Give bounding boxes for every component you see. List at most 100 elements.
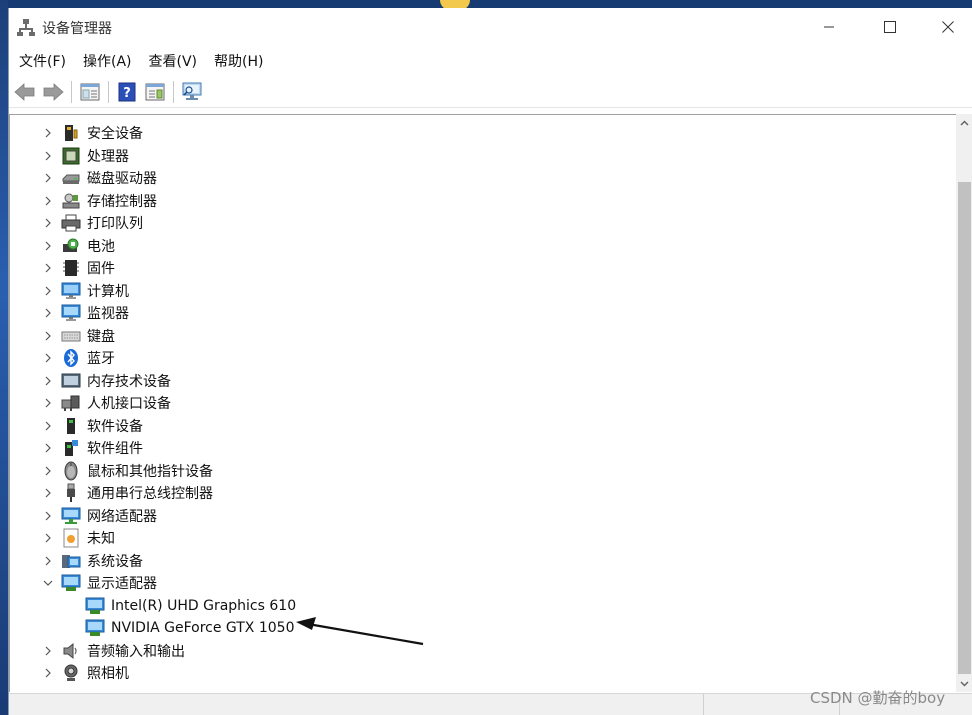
chevron-right-icon[interactable] <box>43 308 53 318</box>
disk-drive-icon <box>62 174 80 184</box>
hid-icon <box>61 395 80 411</box>
chevron-right-icon[interactable] <box>43 376 53 386</box>
tree-item-label: 监视器 <box>87 306 129 322</box>
chevron-right-icon[interactable] <box>43 646 53 656</box>
maximize-icon <box>884 21 896 33</box>
tree-item-label: 存储控制器 <box>87 194 157 210</box>
tree-item-nvidia-geforce-gtx-1050[interactable]: NVIDIA GeForce GTX 1050 <box>10 617 950 639</box>
tree-item-memory-technology-devices[interactable]: 内存技术设备 <box>10 370 950 392</box>
chevron-right-icon[interactable] <box>43 196 53 206</box>
tree-item-label: 软件设备 <box>87 419 143 435</box>
chevron-right-icon[interactable] <box>43 286 53 296</box>
scroll-down-button[interactable] <box>956 675 972 692</box>
properties-button[interactable] <box>76 79 104 105</box>
tree-item-batteries[interactable]: 电池 <box>10 235 950 257</box>
scroll-up-button[interactable] <box>956 114 972 131</box>
tree-item-monitors[interactable]: 监视器 <box>10 302 950 324</box>
usb-icon <box>67 483 75 502</box>
help-button[interactable]: ? <box>113 79 141 105</box>
chevron-right-icon[interactable] <box>43 353 53 363</box>
tree-item-label: 系统设备 <box>87 554 143 570</box>
close-button[interactable] <box>919 8 972 46</box>
chevron-right-icon[interactable] <box>43 488 53 498</box>
menu-bar: 文件(F) 操作(A) 查看(V) 帮助(H) <box>9 48 972 74</box>
watermark: CSDN @勤奋的boy <box>810 689 946 707</box>
tree-item-keyboards[interactable]: 键盘 <box>10 325 950 347</box>
chevron-right-icon[interactable] <box>43 151 53 161</box>
chevron-right-icon[interactable] <box>43 466 53 476</box>
tree-item-label: 人机接口设备 <box>87 396 171 412</box>
chevron-right-icon[interactable] <box>43 533 53 543</box>
camera-icon <box>64 664 78 681</box>
chevron-right-icon[interactable] <box>43 173 53 183</box>
tree-item-label: 网络适配器 <box>87 509 157 525</box>
scrollbar-thumb[interactable] <box>958 182 971 674</box>
tree-item-intel-uhd-graphics-610[interactable]: Intel(R) UHD Graphics 610 <box>10 595 950 617</box>
menu-help[interactable]: 帮助(H) <box>206 49 272 73</box>
tree-item-network-adapters[interactable]: 网络适配器 <box>10 505 950 527</box>
chevron-right-icon[interactable] <box>43 241 53 251</box>
chevron-right-icon[interactable] <box>43 218 53 228</box>
title-bar[interactable]: 设备管理器 <box>9 8 972 46</box>
properties-icon <box>80 83 100 100</box>
chevron-right-icon[interactable] <box>43 511 53 521</box>
vertical-scrollbar[interactable] <box>956 114 972 692</box>
tree-item-software-devices[interactable]: 软件设备 <box>10 415 950 437</box>
tree-item-print-queues[interactable]: 打印队列 <box>10 212 950 234</box>
tree-item-label: 安全设备 <box>87 126 143 142</box>
tree-item-label: 音频输入和输出 <box>87 644 185 660</box>
scan-hardware-button[interactable] <box>178 79 206 105</box>
forward-button[interactable] <box>39 79 67 105</box>
tree-item-label: 照相机 <box>87 666 129 682</box>
monitor-icon <box>61 304 81 321</box>
tree-item-system-devices[interactable]: 系统设备 <box>10 550 950 572</box>
tree-item-cameras[interactable]: 照相机 <box>10 662 950 684</box>
display-adapter-icon <box>61 574 81 591</box>
system-device-icon <box>62 555 81 568</box>
chevron-right-icon[interactable] <box>43 398 53 408</box>
update-driver-button[interactable] <box>141 79 169 105</box>
tree-item-firmware[interactable]: 固件 <box>10 257 950 279</box>
mouse-icon <box>64 461 78 481</box>
tree-item-software-components[interactable]: 软件组件 <box>10 437 950 459</box>
menu-file[interactable]: 文件(F) <box>11 49 75 73</box>
tree-item-disk-drives[interactable]: 磁盘驱动器 <box>10 167 950 189</box>
device-tree[interactable]: 安全设备 处理器 磁盘驱动器 存储控制器 打印队列 电池 固件 计算机 监视器 … <box>9 114 956 692</box>
tree-item-bluetooth[interactable]: 蓝牙 <box>10 347 950 369</box>
software-component-icon <box>65 440 78 456</box>
minimize-button[interactable] <box>800 8 858 46</box>
chevron-right-icon[interactable] <box>43 128 53 138</box>
tree-item-unknown[interactable]: 未知 <box>10 527 950 549</box>
tree-item-human-interface-devices[interactable]: 人机接口设备 <box>10 392 950 414</box>
processor-icon <box>62 147 80 165</box>
maximize-button[interactable] <box>861 8 919 46</box>
display-adapter-icon <box>85 619 105 636</box>
menu-action[interactable]: 操作(A) <box>75 49 141 73</box>
update-driver-icon <box>145 83 165 100</box>
chevron-down-icon <box>960 681 969 686</box>
tree-item-audio-inputs-outputs[interactable]: 音频输入和输出 <box>10 640 950 662</box>
back-arrow-icon <box>14 82 35 101</box>
tree-item-computer[interactable]: 计算机 <box>10 280 950 302</box>
back-button[interactable] <box>11 79 39 105</box>
tree-item-storage-controllers[interactable]: 存储控制器 <box>10 190 950 212</box>
chevron-right-icon[interactable] <box>43 331 53 341</box>
chevron-down-icon[interactable] <box>43 578 53 588</box>
tree-item-processors[interactable]: 处理器 <box>10 145 950 167</box>
chevron-right-icon[interactable] <box>43 443 53 453</box>
tree-item-label: 未知 <box>87 531 115 547</box>
chevron-right-icon[interactable] <box>43 263 53 273</box>
tree-item-usb-controllers[interactable]: 通用串行总线控制器 <box>10 482 950 504</box>
tree-item-mice[interactable]: 鼠标和其他指针设备 <box>10 460 950 482</box>
chevron-right-icon[interactable] <box>43 668 53 678</box>
menu-view[interactable]: 查看(V) <box>141 49 207 73</box>
annotation-arrow-icon <box>296 617 424 646</box>
tree-item-security-devices[interactable]: 安全设备 <box>10 122 950 144</box>
printer-icon <box>61 214 81 232</box>
chevron-right-icon[interactable] <box>43 556 53 566</box>
battery-icon <box>63 238 79 252</box>
chevron-right-icon[interactable] <box>43 421 53 431</box>
tree-item-display-adapters[interactable]: 显示适配器 <box>10 572 950 594</box>
tree-item-label: NVIDIA GeForce GTX 1050 <box>111 620 295 636</box>
desktop-edge <box>0 0 8 715</box>
